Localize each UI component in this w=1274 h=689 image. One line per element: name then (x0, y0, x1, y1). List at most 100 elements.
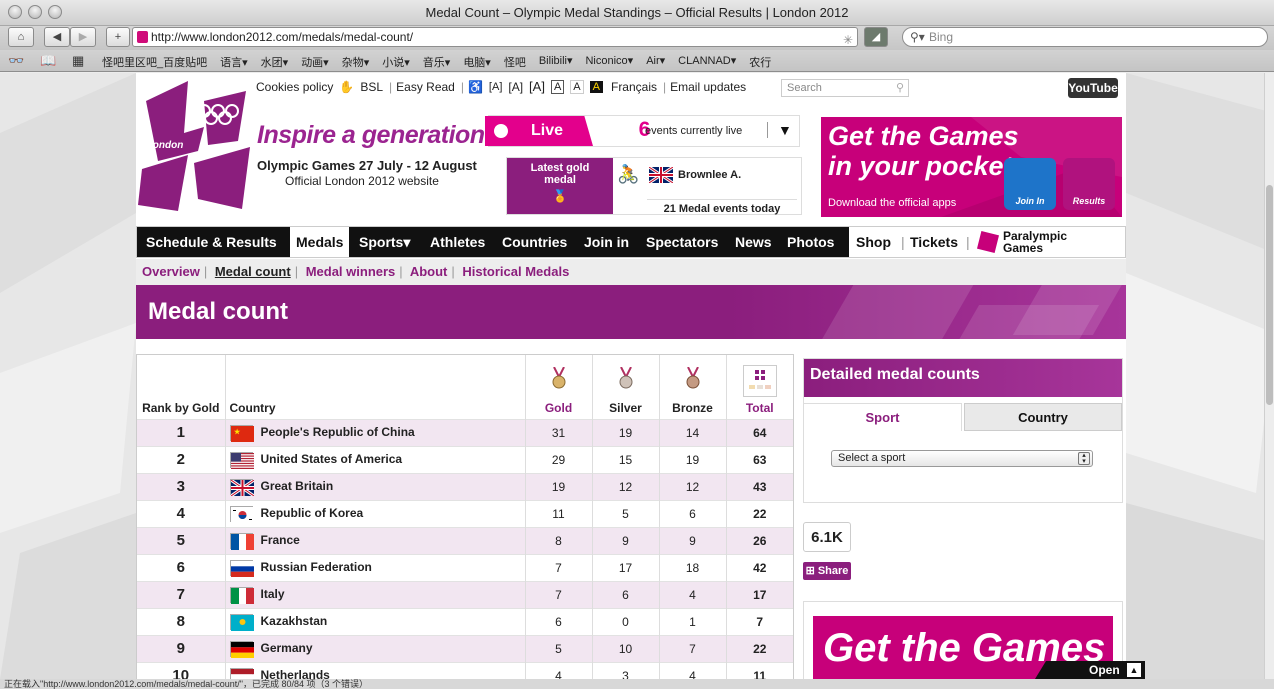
nav-news[interactable]: News (735, 227, 772, 257)
header-country[interactable]: Country (225, 355, 526, 419)
nav-paralympic-games[interactable]: Paralympic Games (1003, 230, 1083, 254)
tab-sport[interactable]: Sport (804, 403, 962, 431)
email-updates-link[interactable]: Email updates (670, 80, 746, 94)
nav-spectators[interactable]: Spectators (646, 227, 718, 257)
country-cell[interactable]: Netherlands (225, 661, 526, 679)
search-icon[interactable]: ⚲ (896, 80, 904, 96)
header-rank[interactable]: Rank by Gold (137, 355, 226, 419)
expand-up-icon[interactable]: ▲ (1127, 663, 1141, 677)
subnav-medal-count[interactable]: Medal count (215, 264, 291, 279)
join-in-app-icon[interactable]: Join In (1004, 158, 1056, 210)
table-row[interactable]: 2 United States of America 29 15 19 63 (137, 445, 793, 473)
country-cell[interactable]: Russian Federation (225, 553, 526, 581)
youtube-link[interactable]: YouTube (1068, 78, 1118, 98)
table-row[interactable]: 5 France 8 9 9 26 (137, 526, 793, 554)
nav-tickets[interactable]: Tickets (910, 227, 958, 257)
medal-events-today[interactable]: 21 Medal events today (647, 199, 797, 215)
live-events-widget[interactable]: Live 6 events currently live ▼ (485, 115, 800, 147)
text-size-small[interactable]: [A] (489, 81, 502, 93)
country-cell[interactable]: Great Britain (225, 472, 526, 500)
sport-select[interactable]: Select a sport ▴ ▾ (831, 450, 1093, 467)
open-drawer-bar[interactable]: Open ▲ (1035, 661, 1145, 679)
apps-promo-banner[interactable]: Get the Games in your pocket Download th… (821, 117, 1122, 217)
subnav-overview[interactable]: Overview (142, 264, 200, 279)
contrast-light-button[interactable]: A (570, 79, 584, 94)
latest-gold-widget[interactable]: Latest gold medal 🏅 🚴 Brownlee A. 21 Med… (506, 157, 802, 215)
country-cell[interactable]: Germany (225, 634, 526, 662)
bookmark-item[interactable]: Air▾ (646, 54, 665, 70)
bookmark-item[interactable]: 杂物▾ (342, 54, 370, 70)
text-size-medium[interactable]: [A] (508, 80, 523, 94)
table-row[interactable]: 4 Republic of Korea 11 5 6 22 (137, 499, 793, 527)
bookmark-item[interactable]: 农行 (749, 54, 771, 70)
contrast-normal-button[interactable]: A (550, 79, 565, 94)
header-total[interactable]: Total (726, 355, 793, 419)
accessibility-icon[interactable]: ♿ (468, 80, 483, 94)
table-row[interactable]: 8 Kazakhstan 6 0 1 7 (137, 607, 793, 635)
zoom-window-button[interactable] (48, 5, 62, 19)
tab-country[interactable]: Country (964, 403, 1122, 431)
country-name[interactable]: Netherlands (261, 668, 330, 679)
header-silver[interactable]: Silver (592, 355, 660, 419)
scrollbar-thumb[interactable] (1266, 185, 1273, 405)
browser-search-field[interactable]: ⚲▾ Bing (902, 27, 1268, 47)
forward-button[interactable]: ▶ (70, 27, 96, 47)
subnav-medal-winners[interactable]: Medal winners (306, 264, 396, 279)
london-2012-logo[interactable]: london (138, 81, 254, 211)
country-cell[interactable]: Italy (225, 580, 526, 608)
home-button[interactable]: ⌂ (8, 27, 34, 47)
bookmark-item[interactable]: Bilibili▾ (539, 54, 573, 70)
close-window-button[interactable] (8, 5, 22, 19)
table-row[interactable]: 7 Italy 7 6 4 17 (137, 580, 793, 608)
text-size-large[interactable]: [A] (529, 79, 545, 94)
country-cell[interactable]: Republic of Korea (225, 499, 526, 527)
bookmark-item[interactable]: 怪吧里区吧_百度贴吧 (102, 54, 207, 70)
nav-join-in[interactable]: Join in (584, 227, 629, 257)
header-gold[interactable]: Gold (525, 355, 593, 419)
results-app-icon[interactable]: Results (1063, 158, 1115, 210)
top-sites-grid-icon[interactable]: ▦ (72, 53, 84, 69)
latest-athlete-name[interactable]: Brownlee A. (678, 169, 741, 181)
bookmarks-book-icon[interactable]: 📖 (40, 53, 56, 69)
minimize-window-button[interactable] (28, 5, 42, 19)
country-name[interactable]: People's Republic of China (261, 425, 415, 439)
live-dropdown-icon[interactable]: ▼ (767, 122, 792, 138)
new-tab-button[interactable]: + (106, 27, 130, 47)
url-bar[interactable]: http://www.london2012.com/medals/medal-c… (132, 27, 858, 47)
reader-button[interactable]: ◢ (864, 27, 888, 47)
nav-countries[interactable]: Countries (502, 227, 567, 257)
francais-link[interactable]: Français (611, 80, 657, 94)
country-name[interactable]: Great Britain (261, 479, 334, 493)
bookmark-item[interactable]: CLANNAD▾ (678, 54, 736, 70)
bookmark-item[interactable]: 音乐▾ (423, 54, 451, 70)
site-search-input[interactable]: Search ⚲ (781, 79, 909, 97)
easy-read-link[interactable]: Easy Read (396, 80, 455, 94)
bookmark-item[interactable]: 怪吧 (504, 54, 526, 70)
page-scrollbar[interactable] (1264, 73, 1274, 679)
country-cell[interactable]: United States of America (225, 445, 526, 473)
country-cell[interactable]: Kazakhstan (225, 607, 526, 635)
back-button[interactable]: ◀ (44, 27, 70, 47)
contrast-high-button[interactable]: A (589, 80, 603, 93)
table-row[interactable]: 9 Germany 5 10 7 22 (137, 634, 793, 662)
nav-photos[interactable]: Photos (787, 227, 834, 257)
cookies-policy-link[interactable]: Cookies policy (256, 80, 333, 94)
subnav-about[interactable]: About (410, 264, 448, 279)
nav-shop[interactable]: Shop (856, 227, 891, 257)
country-name[interactable]: Republic of Korea (261, 506, 364, 520)
country-name[interactable]: Germany (261, 641, 313, 655)
nav-medals[interactable]: Medals (290, 227, 350, 257)
country-name[interactable]: France (261, 533, 300, 547)
country-name[interactable]: Kazakhstan (261, 614, 328, 628)
bookmark-item[interactable]: 语言▾ (220, 54, 248, 70)
share-button[interactable]: ⊞ Share (803, 562, 851, 580)
bookmark-item[interactable]: 动画▾ (301, 54, 329, 70)
table-row[interactable]: 1 ★ People's Republic of China 31 19 14 64 (137, 418, 793, 446)
bsl-link[interactable]: BSL (360, 80, 383, 94)
table-row[interactable]: 10 Netherlands 4 3 4 11 (137, 661, 793, 679)
bookmark-item[interactable]: 小说▾ (382, 54, 410, 70)
country-cell[interactable]: France (225, 526, 526, 554)
bookmark-item[interactable]: 水团▾ (261, 54, 289, 70)
bookmark-item[interactable]: 电脑▾ (463, 54, 491, 70)
country-cell[interactable]: ★ People's Republic of China (225, 418, 526, 446)
